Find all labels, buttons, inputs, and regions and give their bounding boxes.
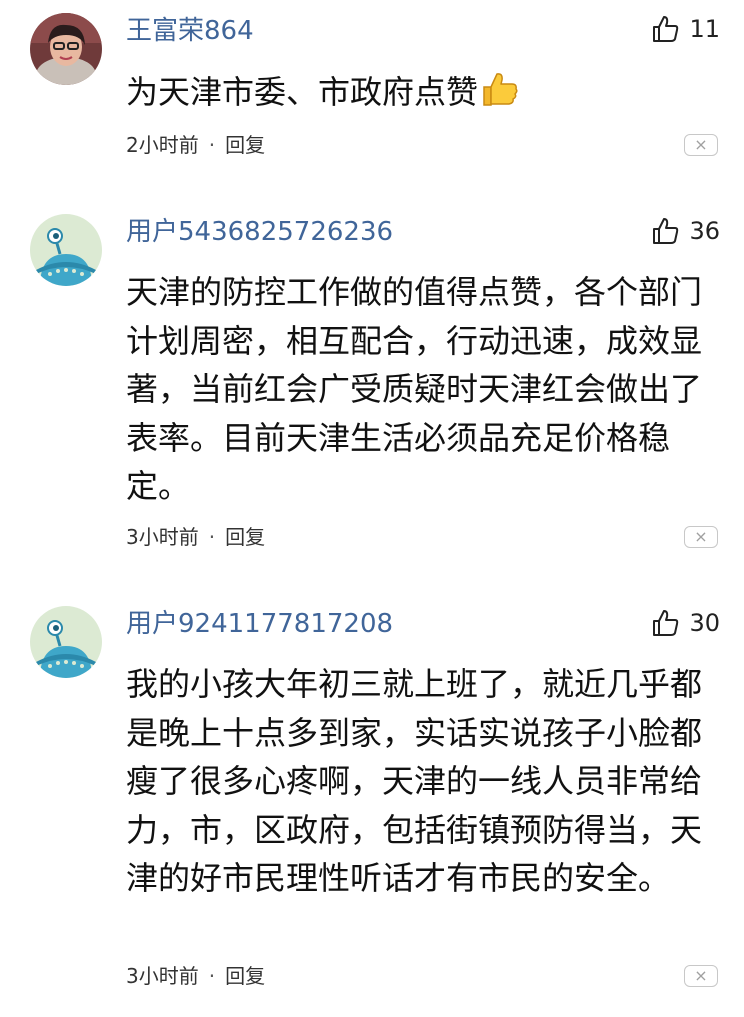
avatar[interactable] <box>30 606 102 678</box>
comment-item: 用户9241177817208 30 我的小孩大年初三就上班了，就近几乎都是晚上… <box>0 0 744 1017</box>
reply-button[interactable]: 回复 <box>225 964 265 988</box>
comment-meta: 3小时前 · 回复 <box>126 963 265 989</box>
comment-text: 我的小孩大年初三就上班了，就近几乎都是晚上十点多到家，实话实说孩子小脸都瘦了很多… <box>126 665 703 897</box>
timestamp: 3小时前 <box>126 964 199 988</box>
like-button[interactable]: 30 <box>651 606 720 640</box>
close-icon[interactable]: × <box>684 965 718 987</box>
like-count: 30 <box>689 609 720 637</box>
thumbs-up-icon <box>651 608 681 638</box>
default-avatar-icon <box>30 606 102 678</box>
separator: · <box>208 964 216 988</box>
username[interactable]: 用户9241177817208 <box>126 607 393 641</box>
